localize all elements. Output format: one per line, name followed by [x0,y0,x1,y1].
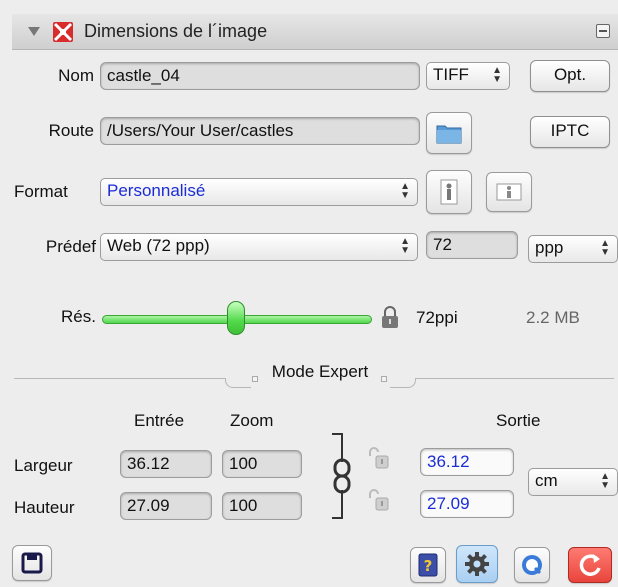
height-label: Hauteur [14,498,75,517]
settings-button[interactable] [456,545,498,583]
iptc-button[interactable]: IPTC [530,116,610,148]
panel-menu-icon[interactable] [596,24,610,38]
save-icon [21,552,43,574]
lock-icon[interactable] [380,305,400,329]
resolution-label: Rés. [61,307,96,326]
quick-help-button[interactable] [514,547,550,583]
resolution-unit-popup[interactable]: ppp ▲ ▼ [528,235,618,263]
save-button[interactable] [12,545,52,581]
magnifier-icon [522,555,542,575]
resolution-field[interactable]: 72 [426,231,518,259]
disclosure-triangle-icon[interactable] [28,27,40,36]
preset-popup[interactable]: Web (72 ppp) ▲ ▼ [100,233,418,261]
height-unlock-icon[interactable] [366,488,392,514]
file-size: 2.2 MB [526,308,580,327]
svg-text:?: ? [424,557,433,575]
opt-button[interactable]: Opt. [530,60,610,92]
width-zoom-field[interactable]: 100 [222,450,302,478]
height-output-field[interactable]: 27.09 [420,490,514,518]
gear-icon [465,552,489,576]
resolution-slider-thumb[interactable] [227,301,245,335]
refresh-button[interactable] [568,547,612,583]
mode-expert-title[interactable]: Mode Expert [240,362,400,382]
choose-folder-button[interactable] [426,112,472,154]
panel-header[interactable]: Dimensions de l´image [12,14,618,50]
width-input-field[interactable]: 36.12 [120,450,212,478]
panel-title: Dimensions de l´image [84,21,268,41]
resolution-ppi: 72ppi [416,308,458,327]
app-logo-icon [53,22,73,42]
refresh-icon [579,554,601,576]
portrait-icon [440,179,458,205]
landscape-icon [496,183,522,201]
landscape-orientation-button[interactable] [486,172,532,212]
popup-arrows-icon: ▲ ▼ [400,236,410,256]
route-label: Route [48,121,94,140]
output-unit-value: cm [535,471,558,490]
folder-icon [436,125,462,144]
file-format-value: TIFF [433,65,469,84]
input-header: Entrée [134,411,185,430]
preset-value: Web (72 ppp) [107,236,210,255]
name-label: Nom [58,66,94,85]
width-unlock-icon[interactable] [366,446,392,472]
height-input-field[interactable]: 27.09 [120,492,212,520]
format-label: Format [14,182,68,201]
width-label: Largeur [14,456,73,475]
popup-arrows-icon: ▲ ▼ [492,65,502,85]
popup-arrows-icon: ▲ ▼ [600,471,610,491]
output-unit-popup[interactable]: cm ▲ ▼ [528,468,618,496]
route-field[interactable]: /Users/Your User/castles [100,117,420,145]
zoom-header: Zoom [230,411,274,430]
file-format-popup[interactable]: TIFF ▲ ▼ [426,62,510,90]
width-output-field[interactable]: 36.12 [420,448,514,476]
help-book-icon: ? [418,553,438,577]
name-field[interactable]: castle_04 [100,62,420,90]
output-header: Sortie [496,411,541,430]
format-value: Personnalisé [107,181,206,200]
resolution-unit-value: ppp [535,238,564,257]
format-popup[interactable]: Personnalisé ▲ ▼ [100,178,418,206]
popup-arrows-icon: ▲ ▼ [400,181,410,201]
height-zoom-field[interactable]: 100 [222,492,302,520]
chain-link-icon[interactable] [326,430,356,522]
preset-label: Prédef [45,237,96,256]
help-button[interactable]: ? [410,547,446,583]
portrait-orientation-button[interactable] [426,170,472,214]
popup-arrows-icon: ▲ ▼ [600,238,610,258]
